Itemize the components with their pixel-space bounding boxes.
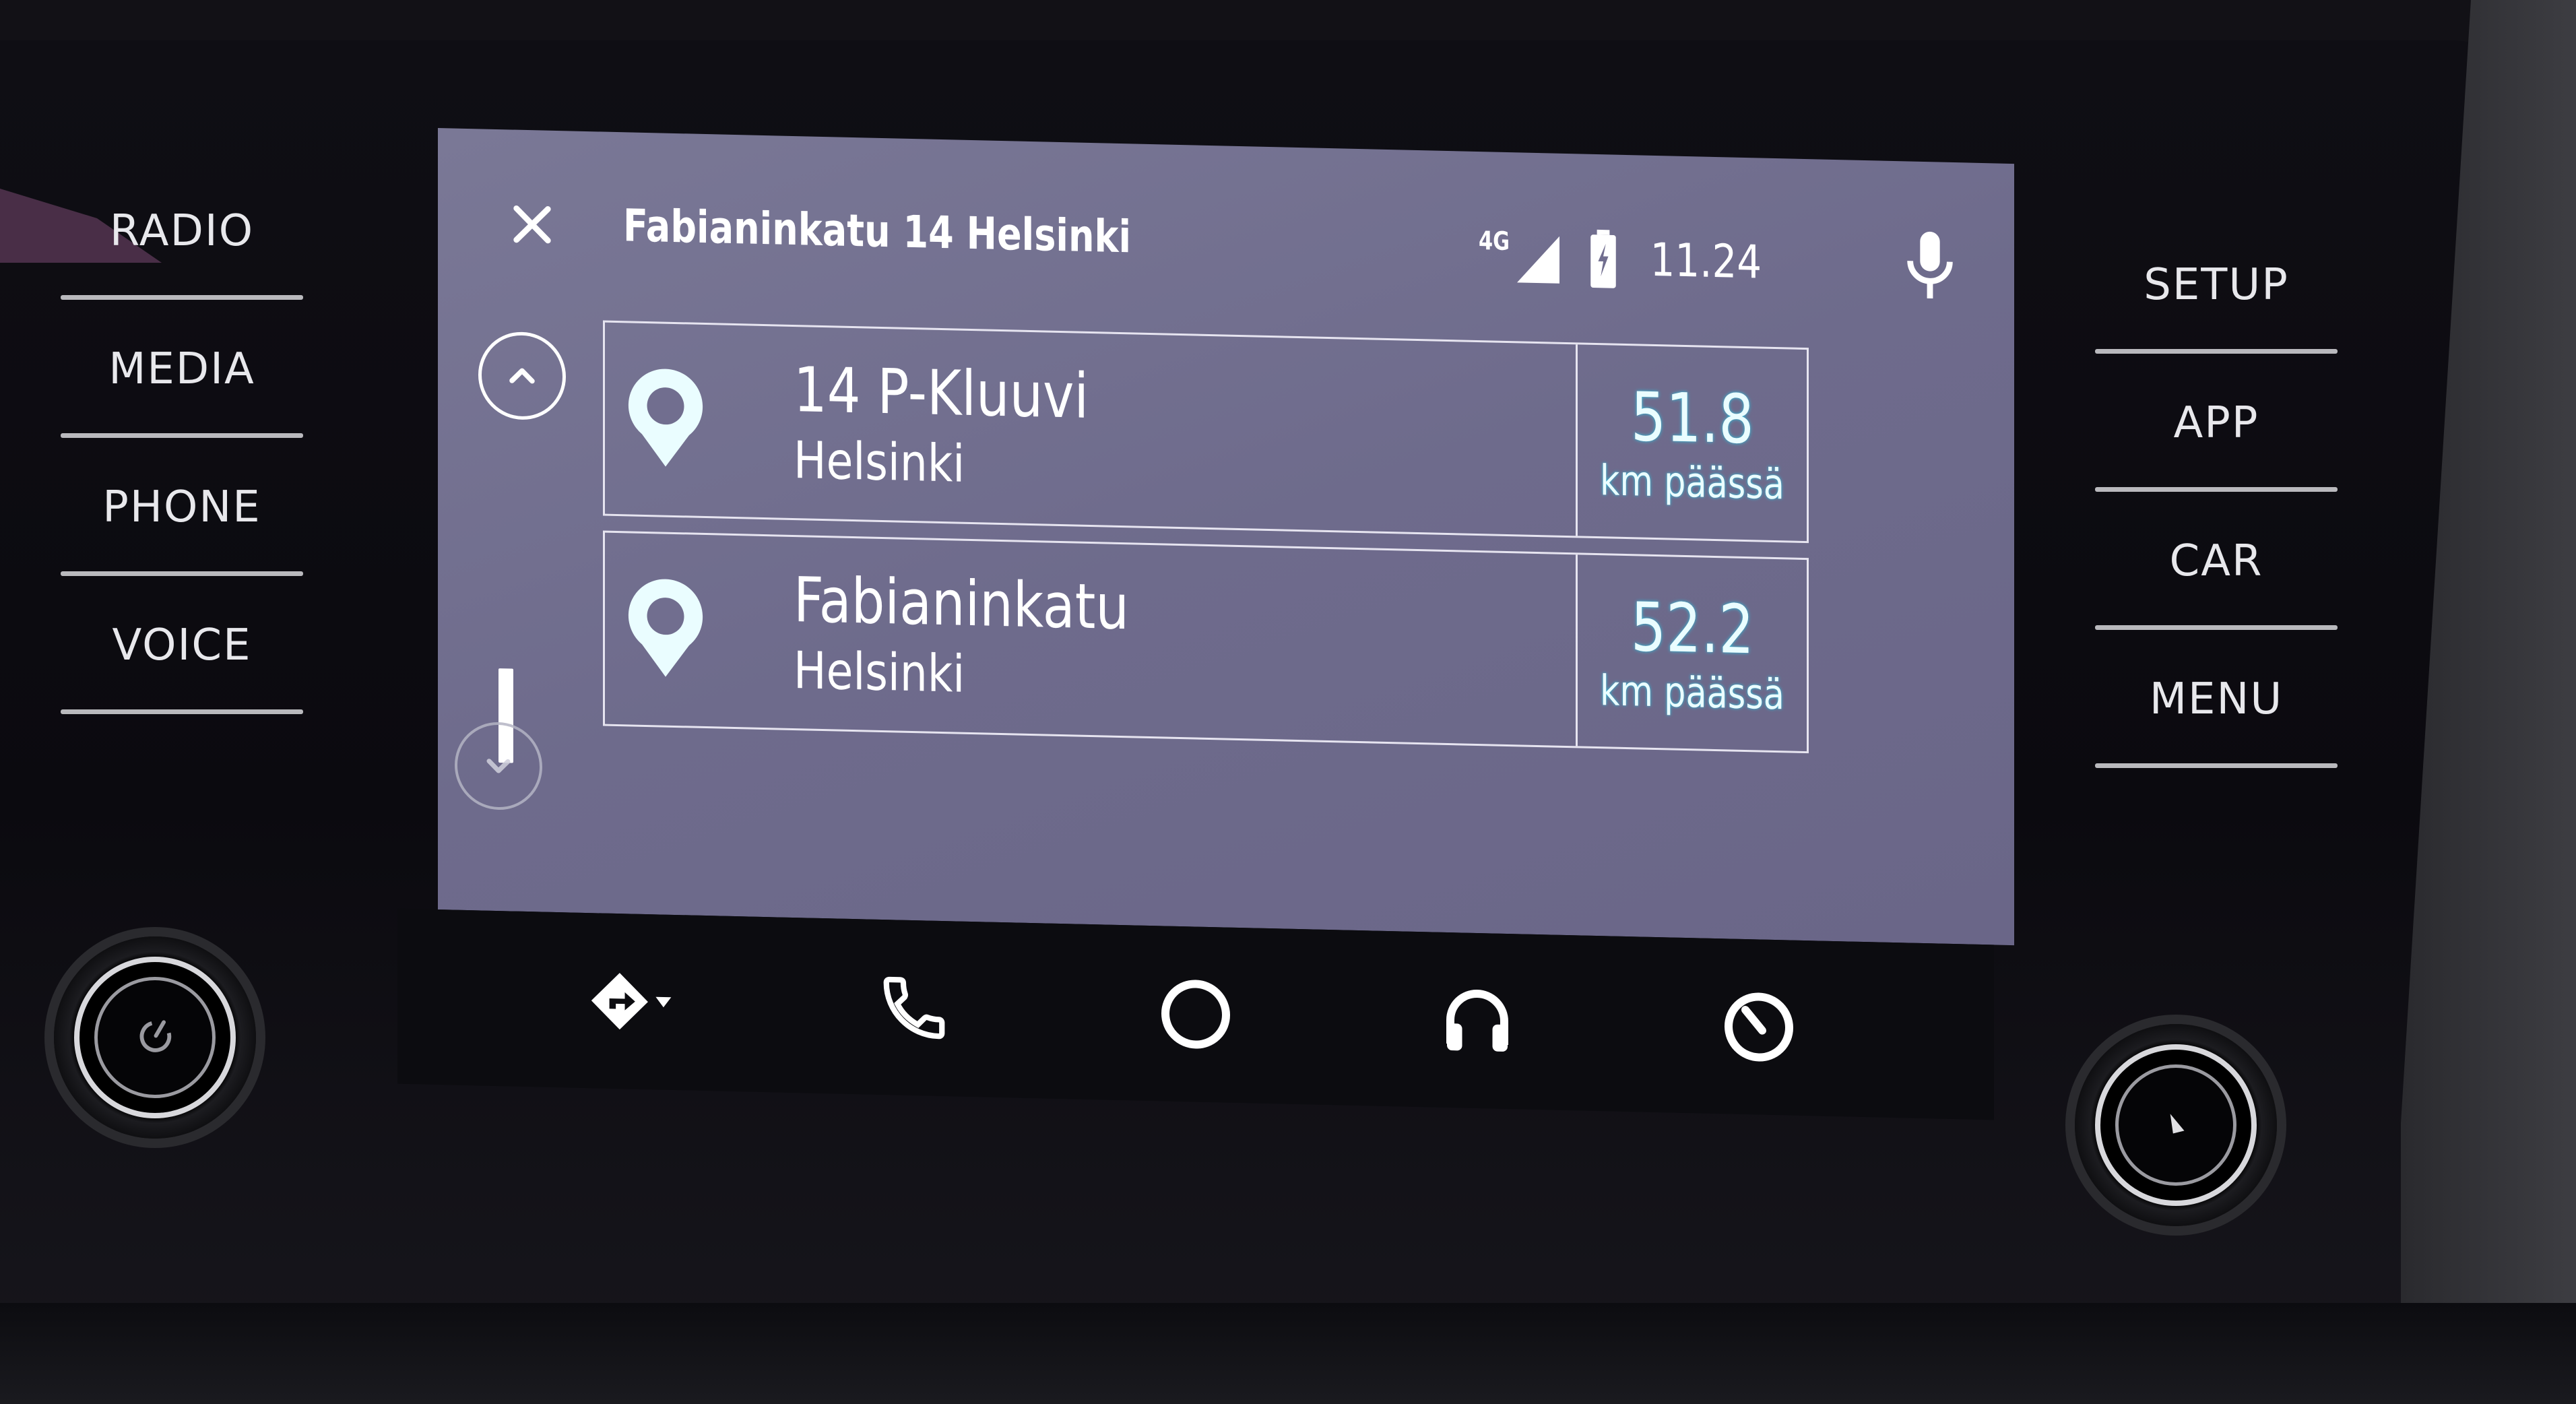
media-button[interactable]: MEDIA — [40, 300, 323, 438]
result-distance: 51.8 km päässä — [1576, 344, 1807, 542]
radio-button[interactable]: RADIO — [40, 162, 323, 300]
menu-button[interactable]: MENU — [2075, 630, 2358, 768]
power-volume-knob[interactable] — [54, 936, 256, 1139]
app-button[interactable]: APP — [2075, 354, 2358, 492]
knob-center — [2115, 1064, 2236, 1186]
phone-button[interactable]: PHONE — [40, 438, 323, 576]
nav-exit-button[interactable] — [1715, 982, 1803, 1072]
home-circle-icon — [1161, 980, 1230, 1049]
scroll-down-button[interactable] — [455, 721, 542, 811]
knob-indicator-icon — [2170, 1114, 2185, 1134]
chevron-up-icon — [509, 368, 535, 384]
chevron-down-icon — [486, 759, 511, 773]
battery-charging-icon — [1590, 229, 1617, 288]
nav-phone-button[interactable] — [870, 963, 958, 1053]
setup-button[interactable]: SETUP — [2075, 216, 2358, 354]
result-text: 14 P-Kluuvi Helsinki — [726, 325, 1576, 536]
list-item[interactable]: 14 P-Kluuvi Helsinki 51.8 km päässä — [603, 320, 1809, 544]
car-button[interactable]: CAR — [2075, 492, 2358, 630]
result-city: Helsinki — [794, 639, 965, 704]
distance-value: 51.8 — [1630, 377, 1754, 459]
nav-home-button[interactable] — [1152, 969, 1239, 1059]
pin-container — [605, 323, 726, 517]
place-pin-icon — [628, 369, 703, 467]
distance-unit: km päässä — [1600, 455, 1784, 509]
distance-unit: km päässä — [1600, 666, 1784, 720]
search-query-title: Fabianinkatu 14 Helsinki — [623, 199, 1132, 263]
result-distance: 52.2 km päässä — [1576, 554, 1807, 752]
navigation-directions-icon — [591, 973, 672, 1030]
hardware-buttons-right: SETUP APP CAR MENU — [2075, 216, 2358, 768]
result-name: 14 P-Kluuvi — [794, 353, 1089, 433]
nav-media-button[interactable] — [1434, 976, 1521, 1066]
hardware-buttons-left: RADIO MEDIA PHONE VOICE — [40, 162, 323, 714]
status-bar: 4G 11.24 — [1479, 226, 1772, 293]
pin-container — [605, 533, 726, 727]
signal-icon — [1517, 236, 1560, 284]
result-name: Fabianinkatu — [794, 563, 1129, 644]
search-results-panel: Fabianinkatu 14 Helsinki 4G 11.24 14 P-K… — [438, 128, 2014, 946]
microphone-icon — [1907, 231, 1953, 299]
list-item[interactable]: Fabianinkatu Helsinki 52.2 km päässä — [603, 530, 1809, 754]
headphones-icon — [1446, 990, 1508, 1052]
result-city: Helsinki — [794, 429, 965, 494]
knob-center — [94, 977, 216, 1098]
close-icon — [513, 205, 551, 244]
android-auto-screen: Fabianinkatu 14 Helsinki 4G 11.24 14 P-K… — [397, 128, 2014, 1120]
distance-value: 52.2 — [1630, 587, 1754, 670]
clock: 11.24 — [1650, 233, 1762, 290]
android-auto-navbar — [397, 908, 1994, 1120]
voice-search-button[interactable] — [1900, 228, 1960, 304]
close-button[interactable] — [505, 197, 559, 252]
place-pin-icon — [628, 579, 703, 677]
dashboard-lower-trim — [0, 1303, 2576, 1404]
search-results-list: 14 P-Kluuvi Helsinki 51.8 km päässä Fabi… — [603, 320, 1809, 769]
power-icon — [139, 1020, 172, 1052]
nav-navigation-button[interactable] — [589, 957, 676, 1046]
scroll-up-button[interactable] — [478, 331, 566, 421]
voice-button[interactable]: VOICE — [40, 576, 323, 714]
phone-icon — [883, 976, 945, 1040]
exit-gauge-icon — [1725, 992, 1793, 1062]
tune-knob[interactable] — [2075, 1024, 2277, 1226]
result-text: Fabianinkatu Helsinki — [726, 536, 1576, 746]
signal-indicator: 4G — [1479, 226, 1566, 288]
